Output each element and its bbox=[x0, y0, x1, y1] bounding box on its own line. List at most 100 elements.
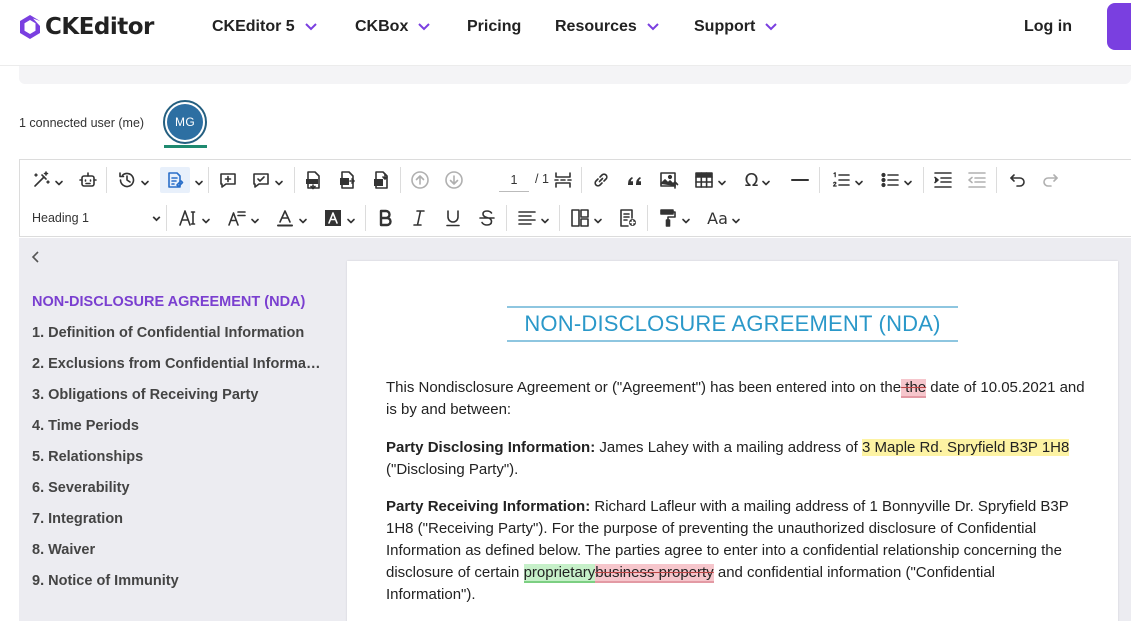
nav-ckeditor5[interactable]: CKEditor 5 bbox=[212, 16, 317, 38]
tracked-deletion[interactable]: business property bbox=[595, 564, 714, 583]
export-word-button[interactable] bbox=[333, 167, 361, 193]
chevron-down-icon bbox=[854, 175, 864, 186]
outline-item[interactable]: 3. Obligations of Receiving Party bbox=[32, 385, 322, 416]
previous-page-button[interactable] bbox=[406, 167, 434, 193]
italic-button[interactable] bbox=[405, 205, 433, 231]
chevron-down-icon bbox=[274, 175, 284, 186]
paragraph-intro[interactable]: This Nondisclosure Agreement or ("Agreem… bbox=[386, 377, 1086, 421]
chevron-down-icon bbox=[54, 175, 64, 186]
outline-item[interactable]: 7. Integration bbox=[32, 509, 322, 540]
insert-image-button[interactable] bbox=[655, 167, 683, 193]
revision-history-icon bbox=[118, 172, 134, 188]
track-changes-button[interactable] bbox=[160, 167, 190, 193]
outline-item[interactable]: 4. Time Periods bbox=[32, 416, 322, 447]
undo-button[interactable] bbox=[1003, 167, 1031, 193]
party-label: Party Receiving Information: bbox=[386, 498, 591, 515]
login-link[interactable]: Log in bbox=[1024, 16, 1072, 38]
outline-item[interactable]: 1. Definition of Confidential Informatio… bbox=[32, 323, 322, 354]
indent-icon bbox=[934, 172, 952, 188]
undo-icon bbox=[1010, 174, 1025, 187]
indent-button[interactable] bbox=[929, 167, 957, 193]
strikethrough-button[interactable] bbox=[473, 205, 501, 231]
avatar-active-indicator bbox=[164, 145, 207, 148]
outdent-button[interactable] bbox=[963, 167, 991, 193]
chevron-down-icon bbox=[903, 175, 913, 186]
underline-icon bbox=[446, 210, 460, 227]
layout-button[interactable] bbox=[565, 205, 607, 231]
cta-button[interactable] bbox=[1107, 3, 1131, 50]
chevron-down-icon bbox=[140, 175, 150, 186]
font-color-button[interactable] bbox=[270, 205, 312, 231]
ai-assistant-button[interactable] bbox=[26, 167, 68, 193]
nav-resources[interactable]: Resources bbox=[555, 16, 659, 38]
numbered-list-button[interactable] bbox=[825, 167, 869, 193]
link-button[interactable] bbox=[587, 167, 615, 193]
comment-highlight[interactable]: 3 Maple Rd. Spryfield B3P 1H8 bbox=[862, 439, 1070, 456]
ckeditor-logo[interactable]: CKEditor bbox=[18, 13, 154, 41]
document-title[interactable]: NON-DISCLOSURE AGREEMENT (NDA) bbox=[507, 306, 958, 342]
tracked-insertion[interactable]: proprietary bbox=[523, 564, 596, 583]
ai-chat-button[interactable] bbox=[74, 167, 102, 193]
horizontal-line-button[interactable] bbox=[786, 167, 814, 193]
numbered-list-icon bbox=[832, 172, 850, 187]
chevron-down-icon bbox=[681, 213, 691, 224]
nav-ckeditor5-label: CKEditor 5 bbox=[212, 18, 295, 35]
case-change-button[interactable]: Aa bbox=[702, 205, 746, 231]
bulleted-list-button[interactable] bbox=[875, 167, 917, 193]
outline-item[interactable]: NON-DISCLOSURE AGREEMENT (NDA) bbox=[32, 292, 322, 323]
insert-table-button[interactable] bbox=[689, 167, 731, 193]
track-changes-dropdown[interactable] bbox=[190, 167, 204, 193]
page-break-button[interactable] bbox=[549, 167, 577, 193]
font-background-button[interactable] bbox=[318, 205, 360, 231]
underline-button[interactable] bbox=[439, 205, 467, 231]
paragraph-disclosing-party[interactable]: Party Disclosing Information: James Lahe… bbox=[386, 437, 1086, 481]
redo-icon bbox=[1043, 174, 1058, 187]
alignment-button[interactable] bbox=[512, 205, 554, 231]
chevron-down-icon bbox=[250, 213, 260, 224]
outline-item[interactable]: 5. Relationships bbox=[32, 447, 322, 478]
revision-history-button[interactable] bbox=[112, 167, 154, 193]
redo-button[interactable] bbox=[1037, 167, 1065, 193]
font-family-icon bbox=[227, 211, 246, 226]
chevron-left-icon[interactable] bbox=[30, 250, 42, 264]
page-number-input[interactable]: 1 bbox=[499, 170, 529, 192]
insert-template-button[interactable] bbox=[614, 205, 642, 231]
font-size-button[interactable] bbox=[172, 205, 216, 231]
outline-item[interactable]: 6. Severability bbox=[32, 478, 322, 509]
font-family-button[interactable] bbox=[222, 205, 264, 231]
heading-dropdown[interactable]: Heading 1 bbox=[32, 205, 162, 231]
special-characters-button[interactable]: Ω bbox=[737, 167, 779, 193]
font-size-icon bbox=[178, 210, 195, 226]
toolbar-separator bbox=[506, 205, 507, 231]
format-painter-button[interactable] bbox=[653, 205, 695, 231]
nav-support[interactable]: Support bbox=[694, 16, 778, 38]
toolbar-separator bbox=[365, 205, 366, 231]
next-page-button[interactable] bbox=[440, 167, 468, 193]
nav-pricing[interactable]: Pricing bbox=[467, 16, 521, 38]
toolbar-separator bbox=[581, 167, 582, 193]
outline-item[interactable]: 2. Exclusions from Confidential Informat… bbox=[32, 354, 322, 385]
document-page[interactable]: NON-DISCLOSURE AGREEMENT (NDA) This Nond… bbox=[347, 261, 1118, 621]
blockquote-button[interactable] bbox=[621, 167, 649, 193]
login-label: Log in bbox=[1024, 18, 1072, 35]
comments-archive-button[interactable] bbox=[246, 167, 288, 193]
chevron-down-icon bbox=[418, 23, 431, 31]
outline-item[interactable]: 8. Waiver bbox=[32, 540, 322, 571]
toolbar-separator bbox=[208, 167, 209, 193]
paragraph-receiving-party[interactable]: Party Receiving Information: Richard Laf… bbox=[386, 496, 1086, 606]
nav-ckbox[interactable]: CKBox bbox=[355, 16, 431, 38]
user-avatar-ring[interactable]: MG bbox=[163, 100, 207, 144]
toolbar-separator bbox=[647, 205, 648, 231]
add-comment-button[interactable] bbox=[214, 167, 242, 193]
toolbar-separator bbox=[996, 167, 997, 193]
bold-button[interactable] bbox=[371, 205, 399, 231]
export-pdf-button[interactable] bbox=[299, 167, 327, 193]
ai-chat-icon bbox=[79, 172, 97, 187]
text: James Lahey with a mailing address of bbox=[595, 439, 863, 456]
link-icon bbox=[594, 173, 608, 187]
ckeditor-logo-icon bbox=[20, 15, 40, 39]
outline-item[interactable]: 9. Notice of Immunity bbox=[32, 571, 322, 602]
tracked-deletion[interactable]: the bbox=[901, 379, 927, 398]
strikethrough-icon bbox=[479, 210, 495, 226]
import-word-button[interactable] bbox=[367, 167, 395, 193]
